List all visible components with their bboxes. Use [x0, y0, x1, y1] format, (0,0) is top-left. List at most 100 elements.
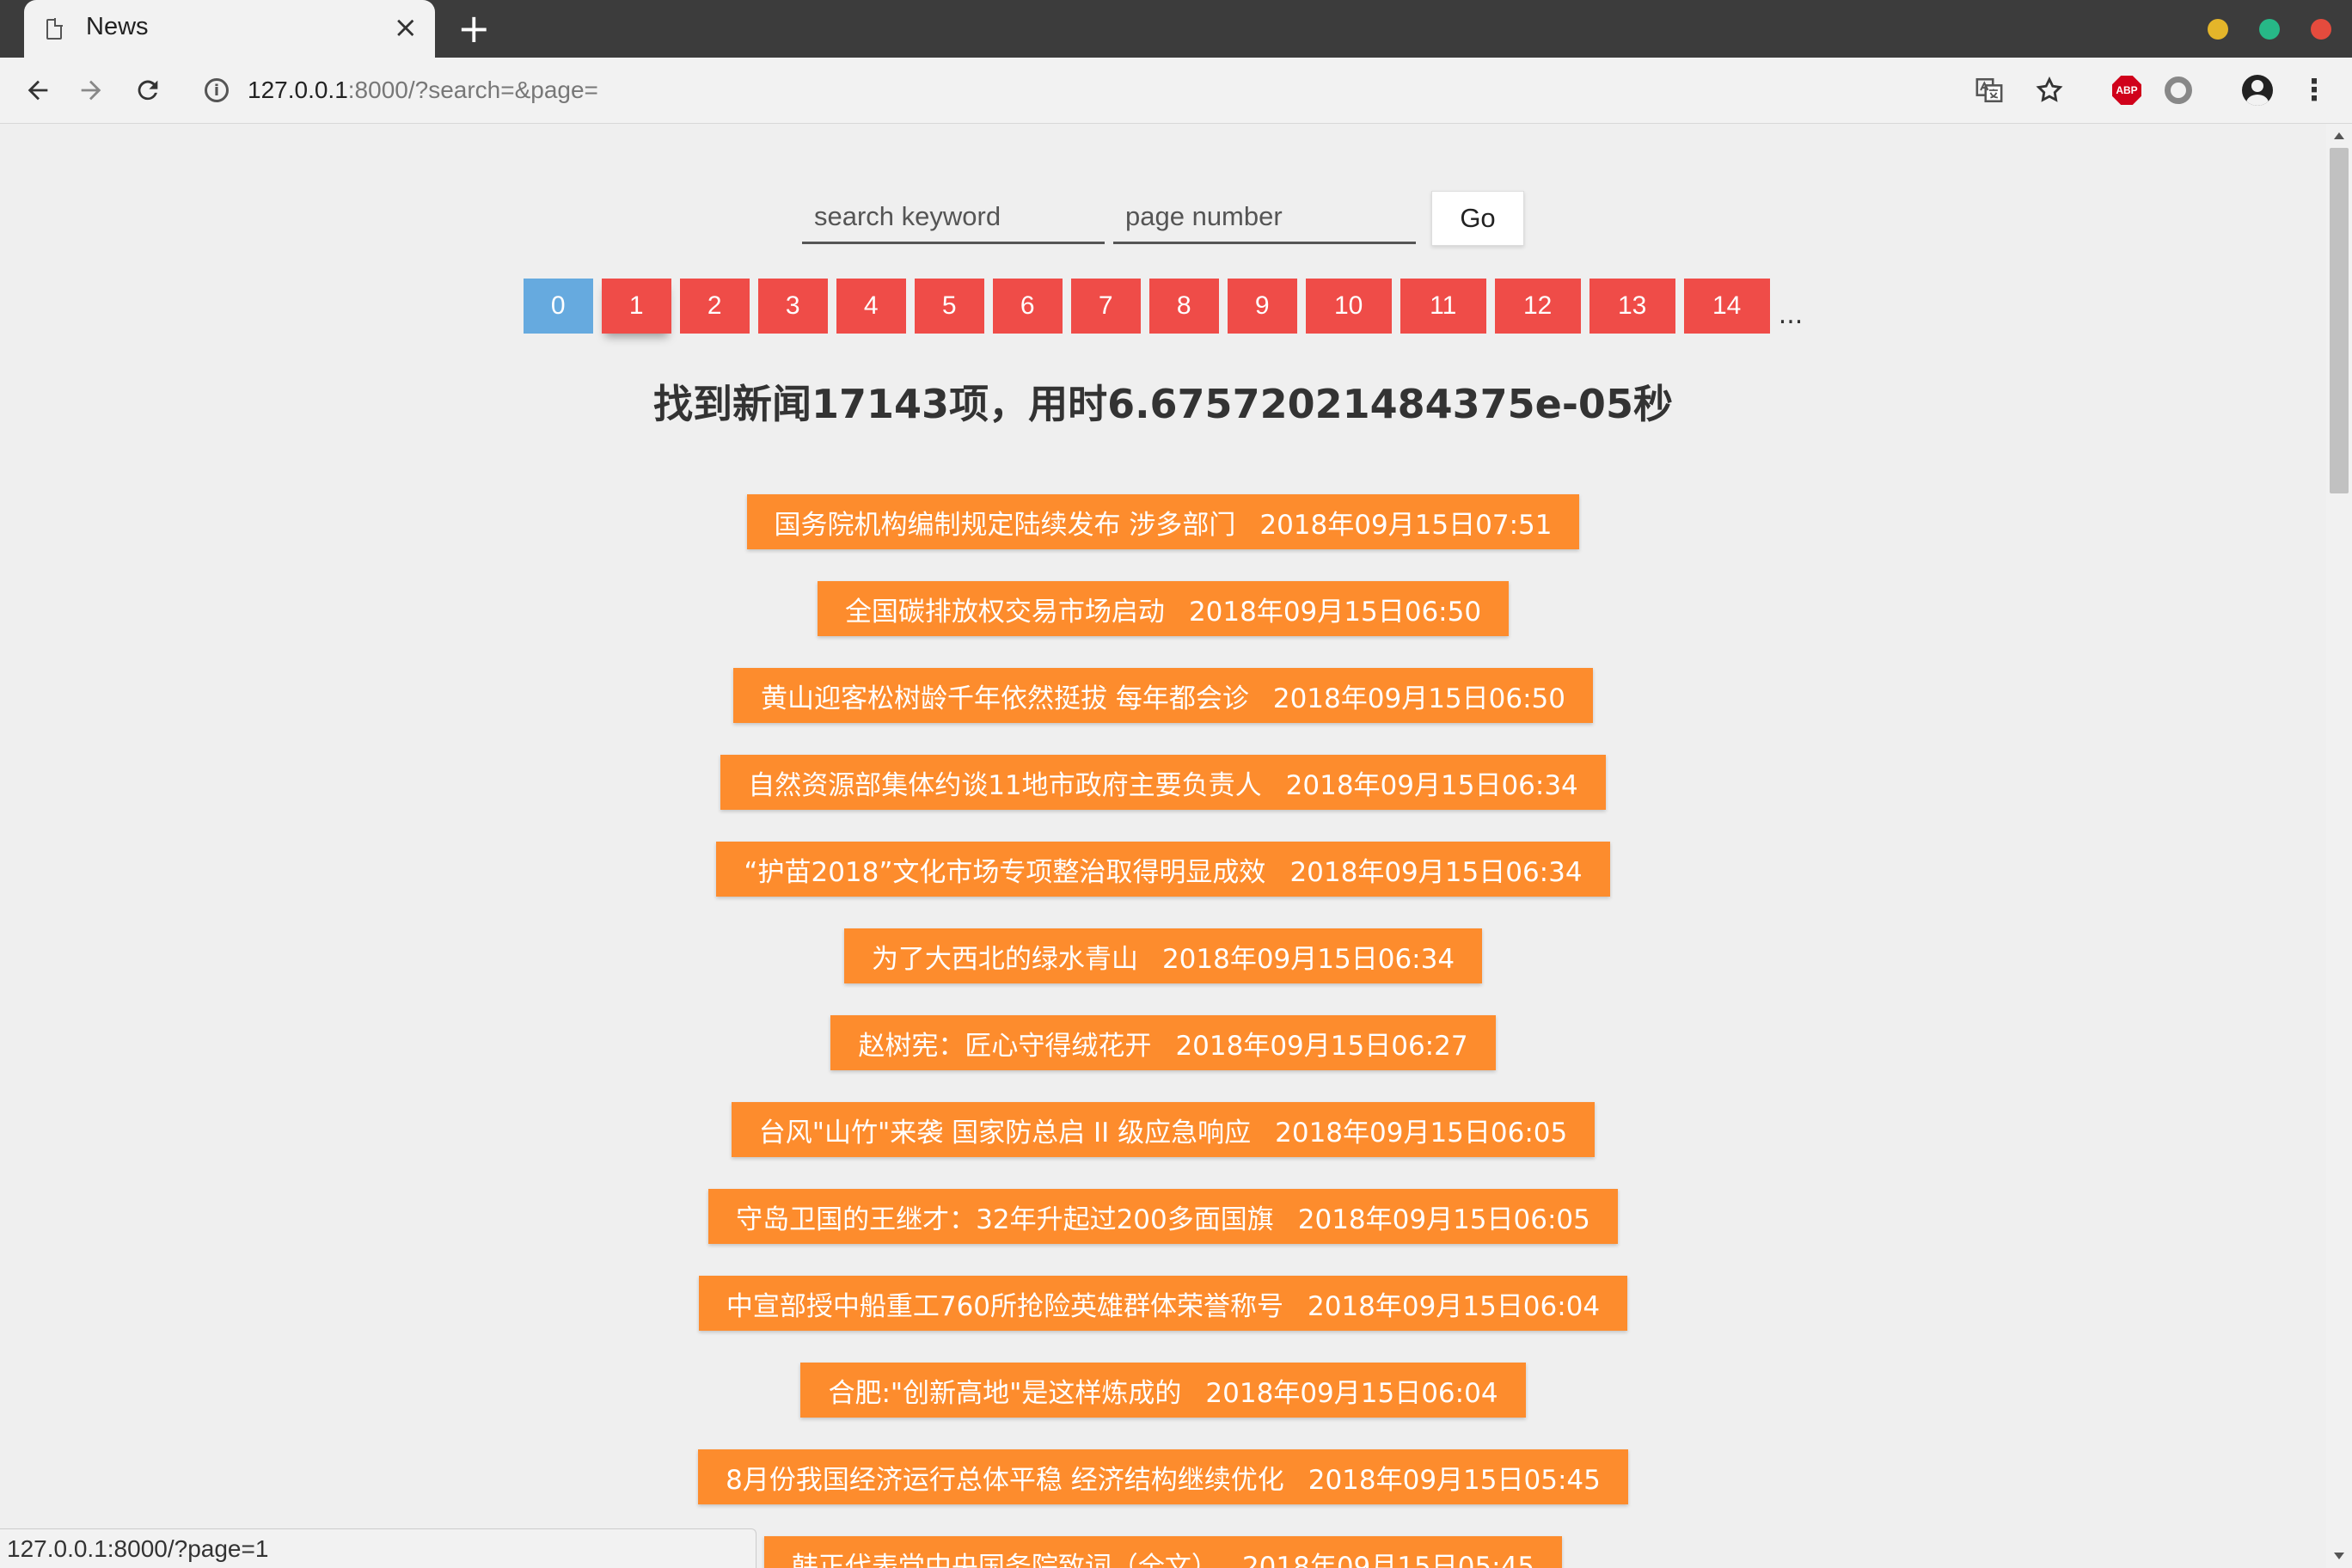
news-title: 赵树宪：匠心守得绒花开 [858, 1030, 1152, 1062]
news-item[interactable]: 自然资源部集体约谈11地市政府主要负责人 2018年09月15日06:34 [720, 755, 1606, 810]
tab-news[interactable]: News × [24, 0, 435, 58]
page-button-1[interactable]: 1 [601, 279, 671, 334]
bookmark-star-icon[interactable] [2030, 71, 2068, 109]
news-date: 2018年09月15日05:45 [1241, 1551, 1535, 1568]
tab-title: News [86, 13, 149, 40]
url-host: 127.0.0.1 [248, 77, 348, 103]
page-button-7[interactable]: 7 [1070, 279, 1141, 334]
ring-icon [2165, 77, 2192, 104]
news-list: 国务院机构编制规定陆续发布 涉多部门 2018年09月15日07:51 全国碳排放权… [0, 494, 2326, 1568]
scroll-down-arrow[interactable] [2334, 1553, 2344, 1559]
abp-icon: ABP [2112, 76, 2141, 105]
page-button-10[interactable]: 10 [1305, 279, 1392, 334]
page-button-6[interactable]: 6 [992, 279, 1063, 334]
scroll-up-arrow[interactable] [2334, 132, 2344, 139]
news-date: 2018年09月15日06:34 [1285, 769, 1578, 801]
extension-ring-icon[interactable] [2159, 71, 2197, 109]
news-date: 2018年09月15日06:04 [1205, 1377, 1498, 1409]
news-title: 合肥:"创新高地"是这样炼成的 [828, 1377, 1182, 1409]
news-title: 中宣部授中船重工760所抢险英雄群体荣誉称号 [726, 1290, 1284, 1322]
url-text: 127.0.0.1:8000/?search=&page= [248, 77, 598, 104]
news-date: 2018年09月15日06:34 [1161, 943, 1455, 975]
forward-button[interactable] [67, 66, 115, 114]
news-item[interactable]: 守岛卫国的王继才：32年升起过200多面国旗 2018年09月15日06:05 [708, 1189, 1618, 1244]
news-date: 2018年09月15日06:34 [1289, 856, 1583, 888]
translate-icon[interactable] [1970, 71, 2008, 109]
page-button-3[interactable]: 3 [757, 279, 828, 334]
page-scrollbar[interactable] [2326, 124, 2352, 1568]
news-title: 守岛卫国的王继才：32年升起过200多面国旗 [736, 1204, 1274, 1235]
page-icon [46, 18, 63, 40]
news-item[interactable]: 为了大西北的绿水青山 2018年09月15日06:34 [843, 928, 1483, 983]
news-date: 2018年09月15日05:45 [1308, 1464, 1601, 1496]
scrollbar-thumb[interactable] [2330, 148, 2349, 493]
url-path: :8000/?search=&page= [347, 77, 598, 103]
address-bar[interactable]: i 127.0.0.1:8000/?search=&page= [189, 66, 1960, 114]
news-title: 为了大西北的绿水青山 [871, 943, 1138, 975]
search-keyword-input[interactable] [802, 191, 1105, 244]
pagination-ellipsis: ... [1778, 300, 1804, 330]
news-item[interactable]: 黄山迎客松树龄千年依然挺拔 每年都会诊 2018年09月15日06:50 [733, 668, 1593, 723]
news-item[interactable]: 赵树宪：匠心守得绒花开 2018年09月15日06:27 [830, 1015, 1496, 1070]
news-date: 2018年09月15日06:05 [1275, 1117, 1568, 1148]
news-title: 8月份我国经济运行总体平稳 经济结构继续优化 [726, 1464, 1284, 1496]
translate-glyph [1975, 77, 2003, 103]
news-title: 韩正代表党中央国务院致词（全文） [791, 1551, 1218, 1568]
search-form: Go [0, 191, 2326, 246]
news-item[interactable]: 台风"山竹"来袭 国家防总启 II 级应急响应 2018年09月15日06:05 [731, 1102, 1596, 1157]
maximize-window-button[interactable] [2259, 19, 2280, 40]
page-button-8[interactable]: 8 [1148, 279, 1219, 334]
news-title: 自然资源部集体约谈11地市政府主要负责人 [748, 769, 1262, 801]
news-item[interactable]: 国务院机构编制规定陆续发布 涉多部门 2018年09月15日07:51 [746, 494, 1580, 549]
news-date: 2018年09月15日06:50 [1188, 596, 1482, 628]
back-button[interactable] [14, 66, 62, 114]
page-button-9[interactable]: 9 [1227, 279, 1297, 334]
page-button-4[interactable]: 4 [836, 279, 906, 334]
page-button-14[interactable]: 14 [1683, 279, 1770, 334]
page-content: Go 01234567891011121314... 找到新闻17143项，用时… [0, 124, 2326, 1568]
news-date: 2018年09月15日06:05 [1297, 1204, 1590, 1235]
adblock-extension-icon[interactable]: ABP [2108, 71, 2146, 109]
news-date: 2018年09月15日07:51 [1259, 509, 1553, 541]
reload-button[interactable] [124, 66, 172, 114]
menu-kebab-icon[interactable]: ⋮ [2295, 71, 2333, 109]
news-item[interactable]: 全国碳排放权交易市场启动 2018年09月15日06:50 [817, 581, 1510, 636]
page-button-2[interactable]: 2 [679, 279, 750, 334]
minimize-window-button[interactable] [2208, 19, 2228, 40]
tab-strip: News × + [0, 0, 2352, 58]
browser-toolbar: i 127.0.0.1:8000/?search=&page= ABP ⋮ [0, 58, 2352, 124]
pagination: 0 1 2 3 4 5 6 7 8 9 10 11 12 13 14... [0, 279, 2326, 334]
news-title: 全国碳排放权交易市场启动 [844, 596, 1165, 628]
close-window-button[interactable] [2311, 19, 2331, 40]
news-item[interactable]: 8月份我国经济运行总体平稳 经济结构继续优化 2018年09月15日05:45 [698, 1449, 1628, 1504]
star-glyph [2036, 76, 2063, 102]
news-item[interactable]: 中宣部授中船重工760所抢险英雄群体荣誉称号 2018年09月15日06:04 [698, 1276, 1628, 1331]
account-icon [2242, 75, 2273, 106]
go-button[interactable]: Go [1431, 191, 1524, 246]
page-button-13[interactable]: 13 [1589, 279, 1675, 334]
news-title: 台风"山竹"来袭 国家防总启 II 级应急响应 [758, 1117, 1252, 1148]
tab-close-icon[interactable]: × [394, 10, 419, 45]
status-url-bubble: 127.0.0.1:8000/?page=1 [0, 1528, 756, 1568]
news-item[interactable]: 合肥:"创新高地"是这样炼成的 2018年09月15日06:04 [800, 1363, 1526, 1418]
news-item[interactable]: “护苗2018”文化市场专项整治取得明显成效 2018年09月15日06:34 [716, 842, 1610, 897]
reload-icon [138, 80, 158, 101]
news-title: 黄山迎客松树龄千年依然挺拔 每年都会诊 [761, 683, 1249, 714]
arrow-right-icon [81, 80, 101, 101]
page-button-0[interactable]: 0 [523, 279, 593, 334]
news-title: 国务院机构编制规定陆续发布 涉多部门 [774, 509, 1236, 541]
news-date: 2018年09月15日06:27 [1175, 1030, 1468, 1062]
page-number-input[interactable] [1113, 191, 1416, 244]
page-button-5[interactable]: 5 [914, 279, 984, 334]
page-button-12[interactable]: 12 [1494, 279, 1581, 334]
account-button[interactable] [2239, 71, 2276, 109]
new-tab-button[interactable]: + [457, 7, 491, 50]
news-item[interactable]: 韩正代表党中央国务院致词（全文） 2018年09月15日05:45 [763, 1536, 1563, 1568]
arrow-left-icon [28, 80, 48, 101]
info-icon[interactable]: i [205, 78, 229, 102]
results-summary: 找到新闻17143项，用时6.67572021484375e-05秒 [653, 381, 1673, 427]
news-title: “护苗2018”文化市场专项整治取得明显成效 [744, 856, 1266, 888]
news-date: 2018年09月15日06:04 [1308, 1290, 1601, 1322]
page-button-11[interactable]: 11 [1400, 279, 1486, 334]
news-date: 2018年09月15日06:50 [1272, 683, 1565, 714]
